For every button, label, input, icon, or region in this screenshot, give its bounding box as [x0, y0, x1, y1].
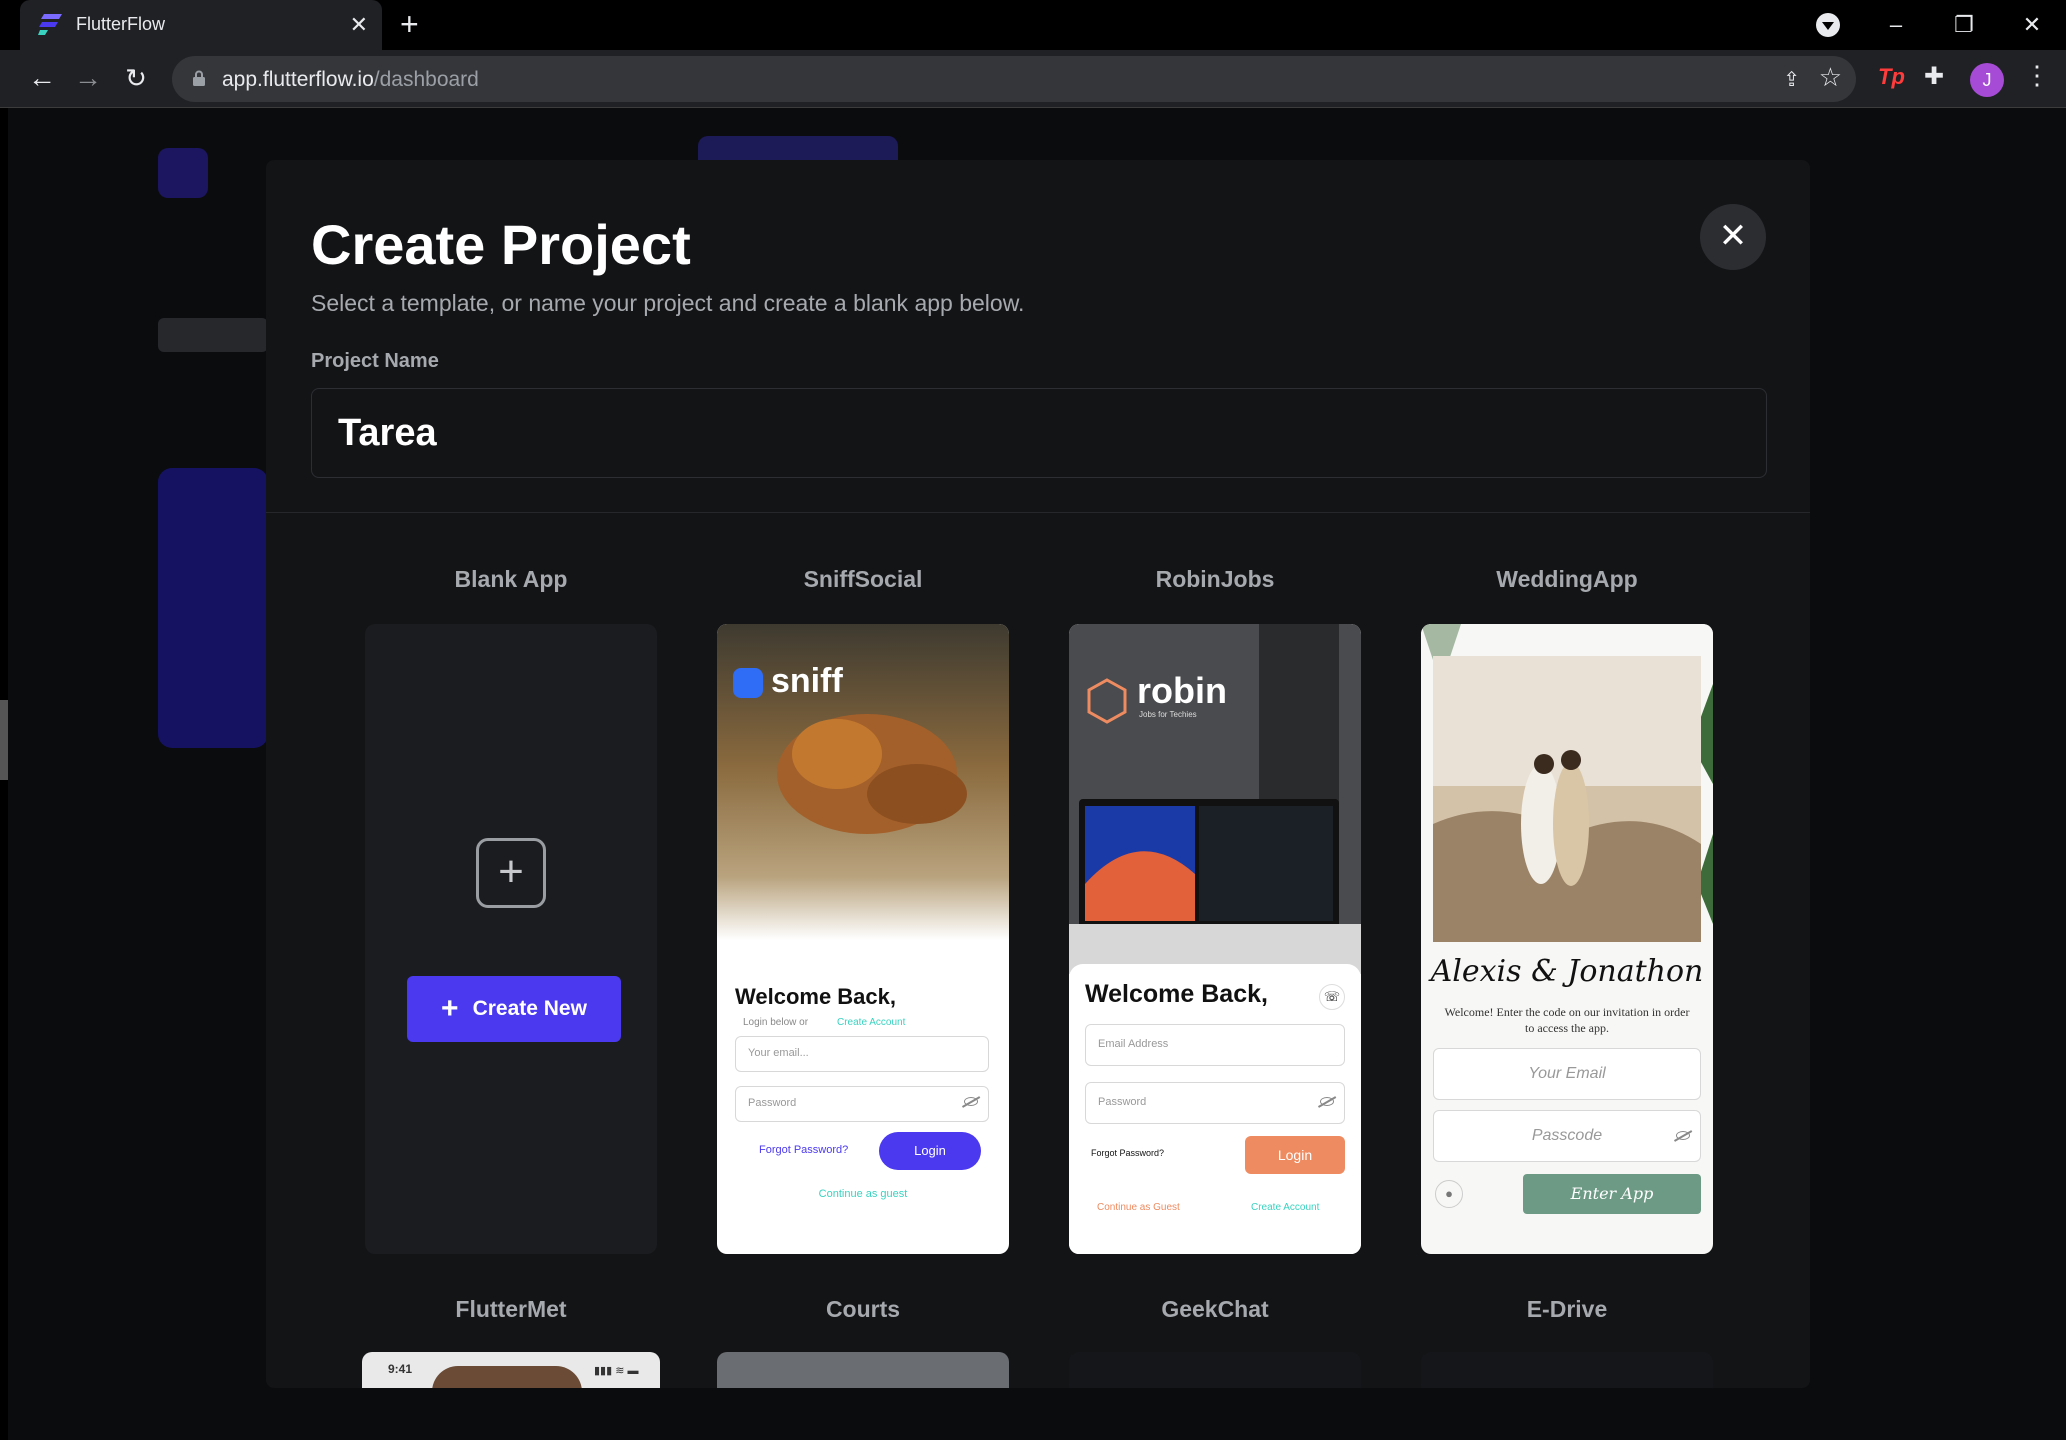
- modal-title: Create Project: [311, 213, 691, 276]
- template-card-geekchat[interactable]: [1069, 1352, 1361, 1388]
- address-bar[interactable]: app.flutterflow.io/dashboard ⇪ ☆: [172, 56, 1856, 102]
- extension-tp-icon[interactable]: Tp: [1878, 64, 1905, 90]
- eye-off-icon: [964, 1097, 978, 1106]
- back-icon[interactable]: ←: [22, 58, 62, 98]
- wedding-passcode-field: Passcode: [1433, 1110, 1701, 1162]
- status-icons: ▮▮▮ ≋ ▬: [594, 1365, 639, 1377]
- divider: [266, 512, 1810, 513]
- project-name-label: Project Name: [311, 350, 439, 372]
- tab-close-icon[interactable]: ✕: [350, 12, 368, 38]
- wedding-enter-button: Enter App: [1523, 1174, 1701, 1214]
- browser-tab-bar: FlutterFlow ✕ + – ❐ ✕: [0, 0, 2066, 50]
- tab-search-icon[interactable]: [1816, 13, 1840, 37]
- sniff-email-field: Your email...: [735, 1036, 989, 1072]
- sniff-login-button: Login: [879, 1132, 981, 1170]
- close-icon: ✕: [1718, 217, 1748, 255]
- robin-tagline: Jobs for Techies: [1139, 710, 1197, 719]
- sniff-password-field: Password: [735, 1086, 989, 1122]
- lock-icon: [193, 70, 205, 86]
- browser-tab[interactable]: FlutterFlow ✕: [20, 0, 382, 50]
- wedding-message: Welcome! Enter the code on our invitatio…: [1444, 1005, 1690, 1035]
- profile-avatar[interactable]: J: [1970, 63, 2004, 97]
- new-tab-button[interactable]: +: [400, 6, 419, 43]
- sniff-password-placeholder: Password: [748, 1097, 797, 1109]
- template-label-edrive: E-Drive: [1526, 1296, 1608, 1322]
- wedding-passcode-placeholder: Passcode: [1531, 1127, 1603, 1144]
- template-card-fluttermet[interactable]: 9:41 ▮▮▮ ≋ ▬: [362, 1352, 660, 1388]
- backdrop-card: [158, 468, 268, 748]
- eye-off-icon: [1676, 1131, 1690, 1140]
- couple-photo: [1421, 624, 1713, 944]
- create-project-modal: Create Project Select a template, or nam…: [266, 160, 1810, 1388]
- robin-guest-link: Continue as Guest: [1097, 1202, 1180, 1213]
- modal-subtitle: Select a template, or name your project …: [311, 290, 1025, 316]
- robin-login-button: Login: [1245, 1136, 1345, 1174]
- close-button[interactable]: ✕: [1700, 204, 1766, 270]
- browser-toolbar: ← → ↻ app.flutterflow.io/dashboard ⇪ ☆ T…: [0, 50, 2066, 108]
- template-card-courts[interactable]: [717, 1352, 1009, 1388]
- robin-forgot-password: Forgot Password?: [1091, 1148, 1165, 1158]
- template-label-geekchat: GeekChat: [1161, 1296, 1269, 1322]
- sniff-welcome: Welcome Back,: [735, 984, 897, 1009]
- url-host: app.flutterflow.io: [222, 68, 374, 91]
- create-new-label: Create New: [472, 997, 587, 1020]
- scrollbar[interactable]: [0, 700, 8, 780]
- sniff-logo-icon: [733, 668, 763, 698]
- plus-square-icon: +: [476, 838, 546, 908]
- fluttermet-artwork: [432, 1366, 582, 1388]
- forward-icon[interactable]: →: [68, 58, 108, 98]
- flutterflow-logo-icon: [38, 14, 62, 35]
- template-label-courts: Courts: [825, 1296, 901, 1322]
- robin-email-field: Email Address: [1085, 1024, 1345, 1066]
- template-card-weddingapp[interactable]: Alexis & Jonathon Welcome! Enter the cod…: [1421, 624, 1713, 1254]
- bookmark-star-icon[interactable]: ☆: [1819, 62, 1842, 93]
- wedding-email-field: Your Email: [1433, 1048, 1701, 1100]
- template-card-sniffsocial[interactable]: sniff Welcome Back, Login below or Creat…: [717, 624, 1009, 1254]
- sniff-login-below: Login below or: [743, 1017, 809, 1028]
- minimize-icon[interactable]: –: [1862, 12, 1930, 38]
- eye-off-icon: [1320, 1097, 1334, 1106]
- restore-icon[interactable]: ❐: [1930, 12, 1998, 38]
- window-close-icon[interactable]: ✕: [1998, 12, 2066, 38]
- phone-icon: ☏: [1319, 984, 1345, 1010]
- template-label-fluttermet: FlutterMet: [455, 1296, 567, 1322]
- plus-icon: +: [441, 992, 459, 1025]
- project-name-input[interactable]: [311, 388, 1767, 478]
- sniff-forgot-password: Forgot Password?: [759, 1144, 849, 1156]
- window-controls: – ❐ ✕: [1862, 0, 2066, 50]
- create-new-button[interactable]: + Create New: [407, 976, 621, 1042]
- robin-create-account: Create Account: [1251, 1202, 1320, 1213]
- share-icon[interactable]: ⇪: [1783, 67, 1800, 92]
- browser-menu-icon[interactable]: ⋮: [2024, 60, 2050, 91]
- template-label-blank: Blank App: [454, 566, 568, 592]
- robin-password-field: Password: [1085, 1082, 1345, 1124]
- backdrop-heading: [158, 318, 268, 352]
- robin-logo-icon: [1087, 678, 1127, 724]
- user-icon: ●: [1435, 1180, 1463, 1208]
- wedding-email-placeholder: Your Email: [1528, 1065, 1606, 1082]
- robin-logo-text: robin: [1137, 670, 1227, 711]
- url-text: app.flutterflow.io/dashboard: [222, 68, 479, 92]
- robin-email-placeholder: Email Address: [1098, 1038, 1169, 1050]
- status-time: 9:41: [388, 1362, 413, 1376]
- template-card-robinjobs[interactable]: robin Jobs for Techies Welcome Back, ☏ E…: [1069, 624, 1361, 1254]
- template-label-robinjobs: RobinJobs: [1155, 566, 1275, 592]
- robin-password-placeholder: Password: [1098, 1096, 1147, 1108]
- url-path: /dashboard: [373, 68, 479, 91]
- sniff-email-placeholder: Your email...: [748, 1047, 809, 1059]
- sniff-create-account: Create Account: [837, 1017, 906, 1028]
- template-card-blank[interactable]: + + Create New: [365, 624, 657, 1254]
- template-label-weddingapp: WeddingApp: [1496, 566, 1638, 592]
- sniff-logo-text: sniff: [771, 662, 843, 700]
- wedding-names: Alexis & Jonathon: [1430, 954, 1704, 989]
- robin-welcome: Welcome Back,: [1085, 980, 1268, 1008]
- template-label-sniffsocial: SniffSocial: [803, 566, 923, 592]
- reload-icon[interactable]: ↻: [116, 58, 156, 98]
- sniff-guest-link: Continue as guest: [818, 1188, 908, 1200]
- backdrop-logo: [158, 148, 208, 198]
- template-card-edrive[interactable]: [1421, 1352, 1713, 1388]
- extensions-puzzle-icon[interactable]: ✚: [1924, 62, 1944, 91]
- tab-title: FlutterFlow: [76, 14, 166, 34]
